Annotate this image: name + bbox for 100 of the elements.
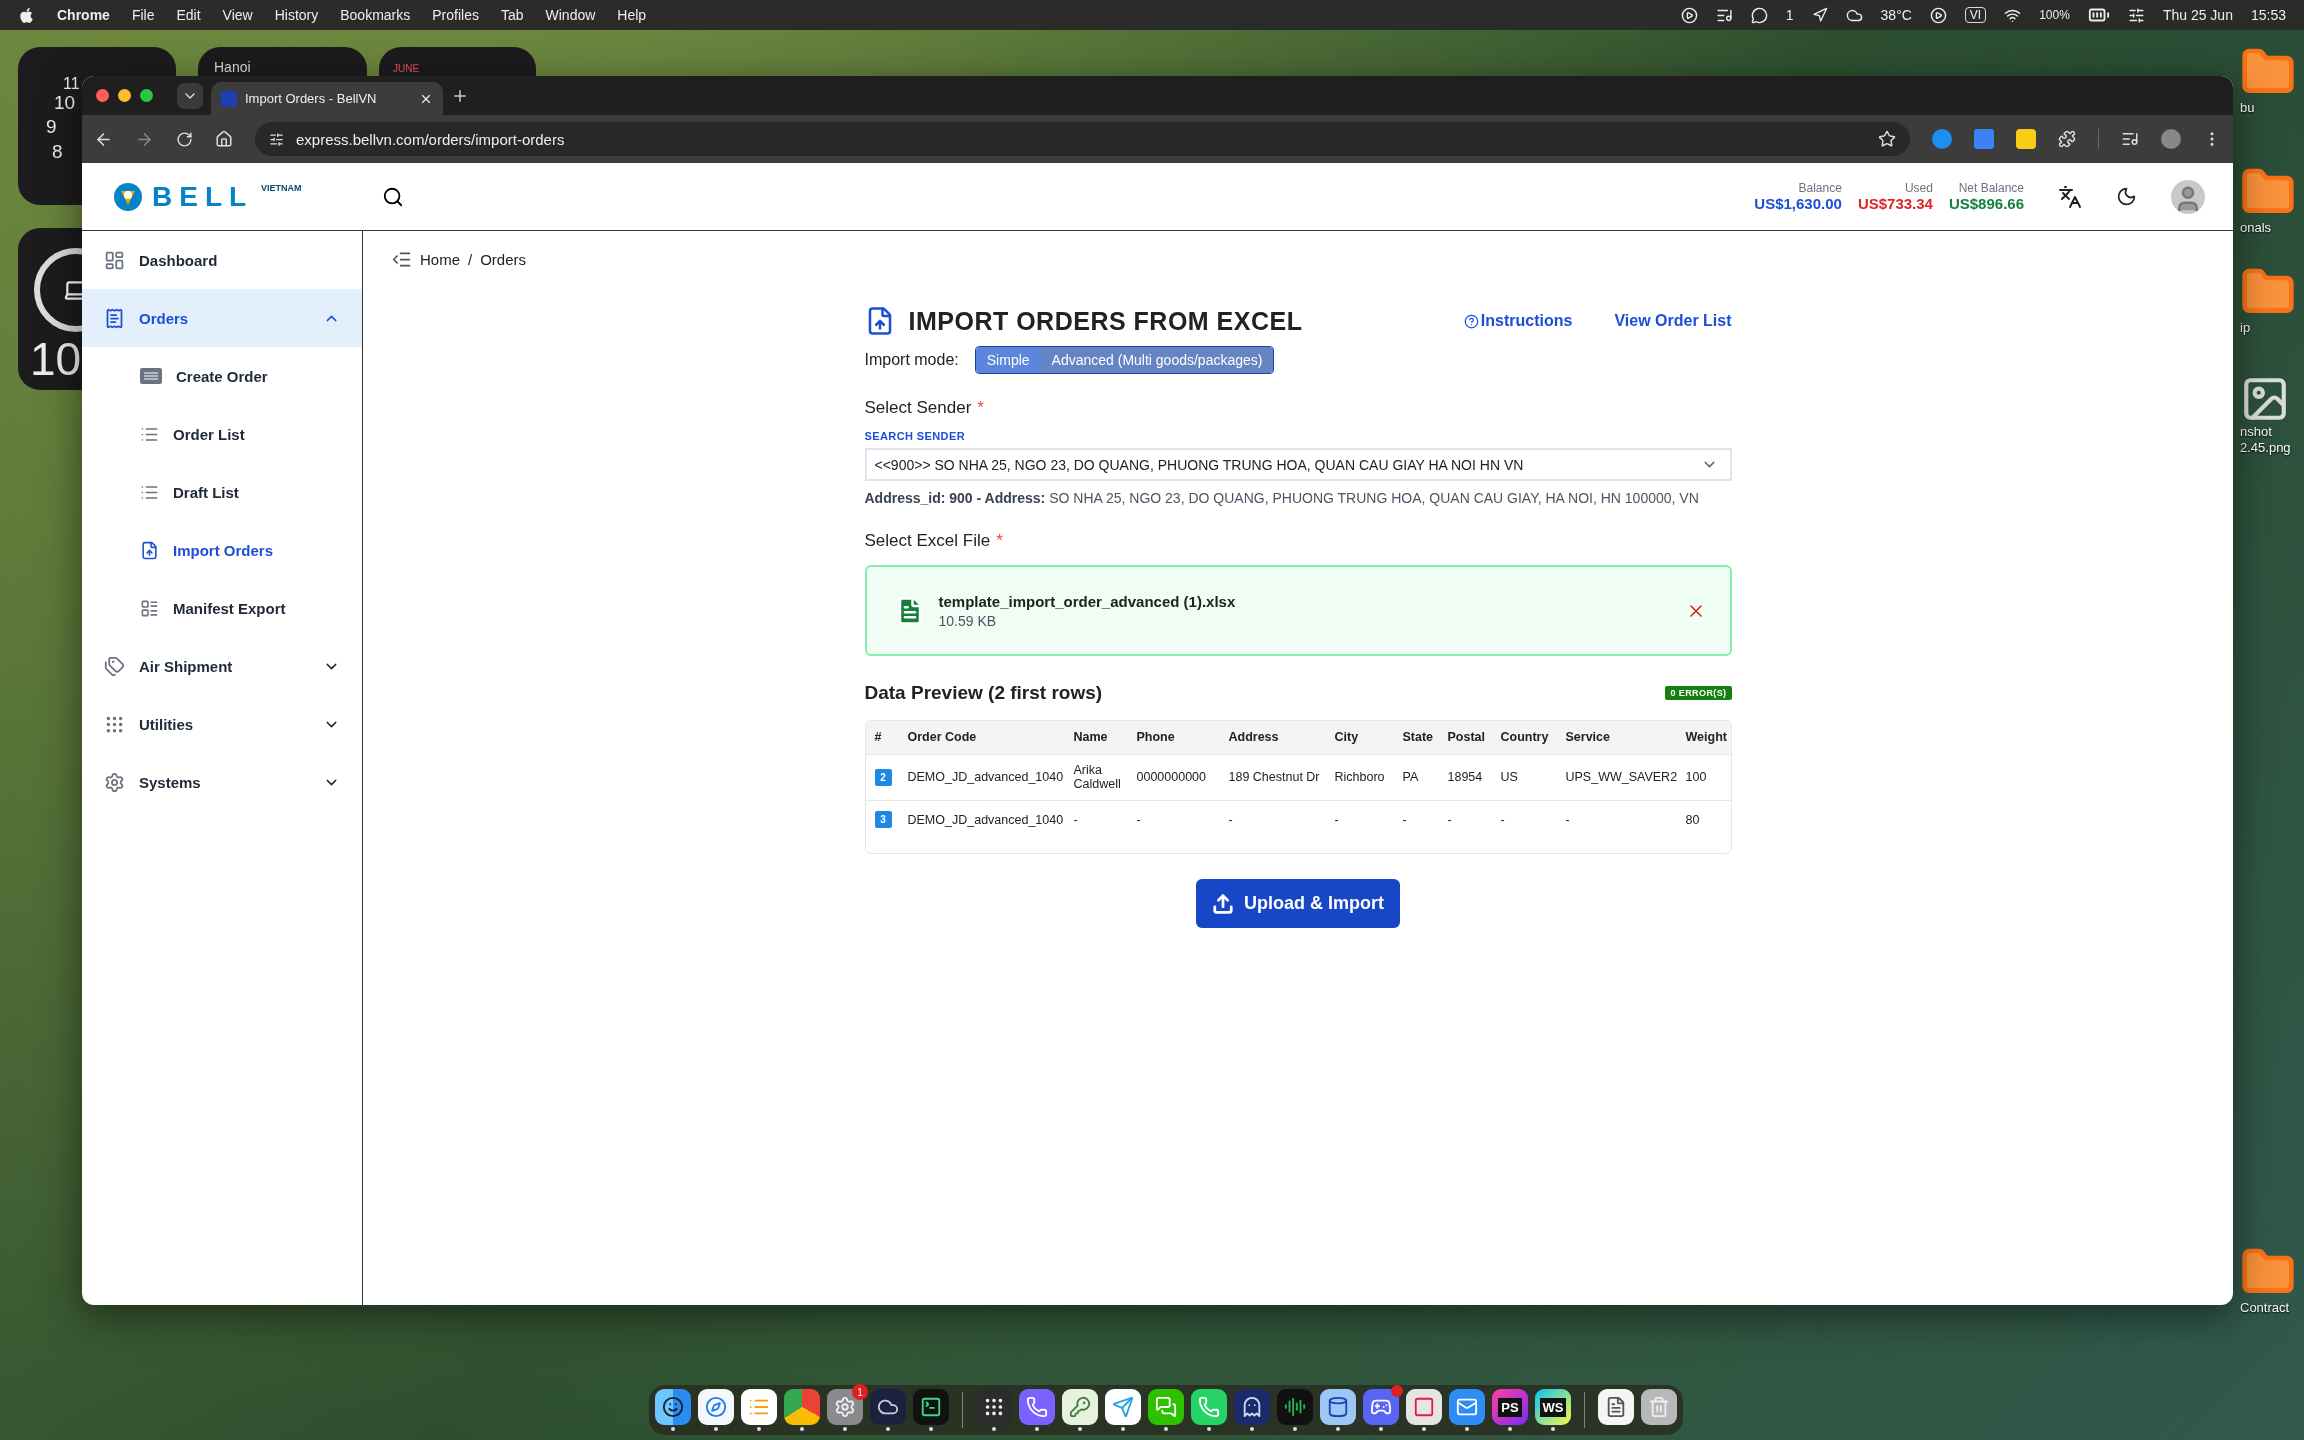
chat-icon[interactable]: [1750, 6, 1768, 24]
site-settings-icon[interactable]: [269, 131, 284, 147]
close-window-button[interactable]: [96, 89, 109, 102]
compass-icon[interactable]: [698, 1389, 734, 1425]
list-icon[interactable]: [741, 1389, 777, 1425]
file-name[interactable]: 2.45.png: [2240, 440, 2291, 456]
sender-select[interactable]: <<900>> SO NHA 25, NGO 23, DO QUANG, PHUONG TRUNG HOA, QUAN CAU GIAY HA NOI HN VN: [864, 448, 1732, 481]
menu-item[interactable]: View: [222, 7, 253, 23]
sidebar-item[interactable]: Dashboard: [82, 231, 362, 289]
balance-label: Used: [1904, 181, 1933, 195]
apple-logo-icon[interactable]: [18, 6, 35, 24]
file-name[interactable]: Contract: [2240, 1300, 2290, 1316]
square-icon[interactable]: [1406, 1389, 1442, 1425]
avatar-silhouette[interactable]: [2171, 179, 2205, 214]
menu-item[interactable]: Bookmarks: [340, 7, 411, 23]
help-link[interactable]: Instructions: [1463, 312, 1573, 330]
row-number: 2: [874, 768, 892, 786]
table-cell: -: [1127, 800, 1220, 839]
file-name[interactable]: onals: [2240, 220, 2272, 236]
code-editor-icon[interactable]: PS: [1492, 1389, 1528, 1425]
upload-import-button[interactable]: Upload & Import: [1196, 879, 1400, 928]
minimize-window-button[interactable]: [118, 89, 131, 102]
cloud-icon[interactable]: [870, 1389, 906, 1425]
sidebar-item[interactable]: Systems: [82, 753, 362, 811]
menu-item[interactable]: History: [274, 7, 319, 23]
envelope-icon[interactable]: [1449, 1389, 1485, 1425]
sidebar-subitem[interactable]: Draft List: [82, 463, 362, 521]
month-name: JUNE: [393, 63, 420, 74]
file-name[interactable]: nshot: [2240, 424, 2272, 440]
table-cell: 18954: [1438, 754, 1492, 800]
browser-tab[interactable]: Import Orders - BellVN: [211, 82, 443, 115]
sidebar-subitem[interactable]: Create Order: [82, 347, 362, 405]
bookmark-star-icon[interactable]: [1878, 130, 1896, 148]
search-icon[interactable]: [382, 185, 404, 208]
phone-icon[interactable]: [1191, 1389, 1227, 1425]
cylinder-icon[interactable]: [1320, 1389, 1356, 1425]
reload-icon[interactable]: [176, 130, 193, 148]
clock-numeral: 10: [54, 92, 76, 114]
play-icon[interactable]: [1929, 6, 1947, 24]
extension-icon[interactable]: [2016, 129, 2036, 149]
extensions-icon[interactable]: [2058, 130, 2076, 148]
mode-option[interactable]: Simple: [975, 347, 1041, 373]
control-center-icon[interactable]: [2127, 6, 2145, 24]
menu-item[interactable]: Tab: [500, 7, 524, 23]
table-cell: Arika Caldwell: [1064, 754, 1128, 800]
breadcrumb-link[interactable]: Orders: [480, 250, 527, 268]
dark-mode-button[interactable]: [2116, 186, 2137, 207]
smiling-face-icon[interactable]: [655, 1389, 691, 1425]
sidebar-item[interactable]: Air Shipment: [82, 637, 362, 695]
table-cell: 100: [1676, 754, 1731, 800]
tab-search-button[interactable]: [177, 82, 203, 109]
gamepad-icon[interactable]: [1363, 1389, 1399, 1425]
home-icon[interactable]: [215, 130, 233, 148]
column-header: Service: [1556, 721, 1677, 754]
navigation-icon[interactable]: [1811, 7, 1828, 23]
column-header: State: [1393, 721, 1439, 754]
menu-item[interactable]: Window: [545, 7, 596, 23]
document-icon[interactable]: [1598, 1389, 1634, 1425]
column-header: Order Code: [898, 721, 1065, 754]
status-icon[interactable]: [1680, 6, 1698, 24]
sidebar-item[interactable]: Utilities: [82, 695, 362, 753]
extension-icon[interactable]: [1932, 129, 1952, 149]
file-name[interactable]: ip: [2240, 320, 2251, 336]
gear-icon[interactable]: [827, 1389, 863, 1425]
media-controls-icon[interactable]: [2121, 130, 2139, 148]
mode-option[interactable]: Advanced (Multi goods/packages): [1040, 347, 1274, 373]
terminal-icon[interactable]: [913, 1389, 949, 1425]
menu-item[interactable]: Help: [617, 7, 647, 23]
menu-item[interactable]: Chrome: [57, 7, 110, 23]
sidebar-subitem[interactable]: Import Orders: [82, 521, 362, 579]
file-name[interactable]: bu: [2240, 100, 2255, 116]
code-editor-icon[interactable]: WS: [1535, 1389, 1571, 1425]
translate-button[interactable]: [2058, 184, 2082, 209]
key-icon[interactable]: [1062, 1389, 1098, 1425]
file-name: template_import_order_advanced (1).xlsx: [938, 592, 1237, 610]
temperature-text[interactable]: 38°C: [1880, 7, 1912, 23]
profile-avatar-icon[interactable]: [2161, 129, 2181, 149]
chat-bubbles-icon[interactable]: [1148, 1389, 1184, 1425]
menu-item[interactable]: Profiles: [432, 7, 479, 23]
breadcrumb-link[interactable]: Home: [420, 250, 460, 268]
sound-waves-icon[interactable]: [1277, 1389, 1313, 1425]
ghost-icon[interactable]: [1234, 1389, 1270, 1425]
menu-item[interactable]: Edit: [176, 7, 201, 23]
clock-time[interactable]: 15:53: [2250, 7, 2286, 23]
trash-icon[interactable]: [1641, 1389, 1677, 1425]
sidebar-subitem[interactable]: Manifest Export: [82, 579, 362, 637]
grid-icon[interactable]: [976, 1389, 1012, 1425]
logo-icon: [112, 180, 144, 213]
input-source-indicator[interactable]: VI: [1964, 7, 1987, 23]
sidebar-item[interactable]: Orders: [82, 289, 362, 347]
zoom-window-button[interactable]: [140, 89, 153, 102]
date-text[interactable]: Thu 25 Jun: [2162, 7, 2233, 23]
paper-plane-icon[interactable]: [1105, 1389, 1141, 1425]
color-wheel-icon[interactable]: [784, 1389, 820, 1425]
page-link[interactable]: View Order List: [1614, 312, 1732, 330]
address-bar[interactable]: express.bellvn.com/orders/import-orders: [255, 122, 1910, 156]
phone-icon[interactable]: [1019, 1389, 1055, 1425]
menu-item[interactable]: File: [131, 7, 155, 23]
table-cell: DEMO_JD_advanced_1040: [898, 754, 1065, 800]
sidebar-subitem[interactable]: Order List: [82, 405, 362, 463]
